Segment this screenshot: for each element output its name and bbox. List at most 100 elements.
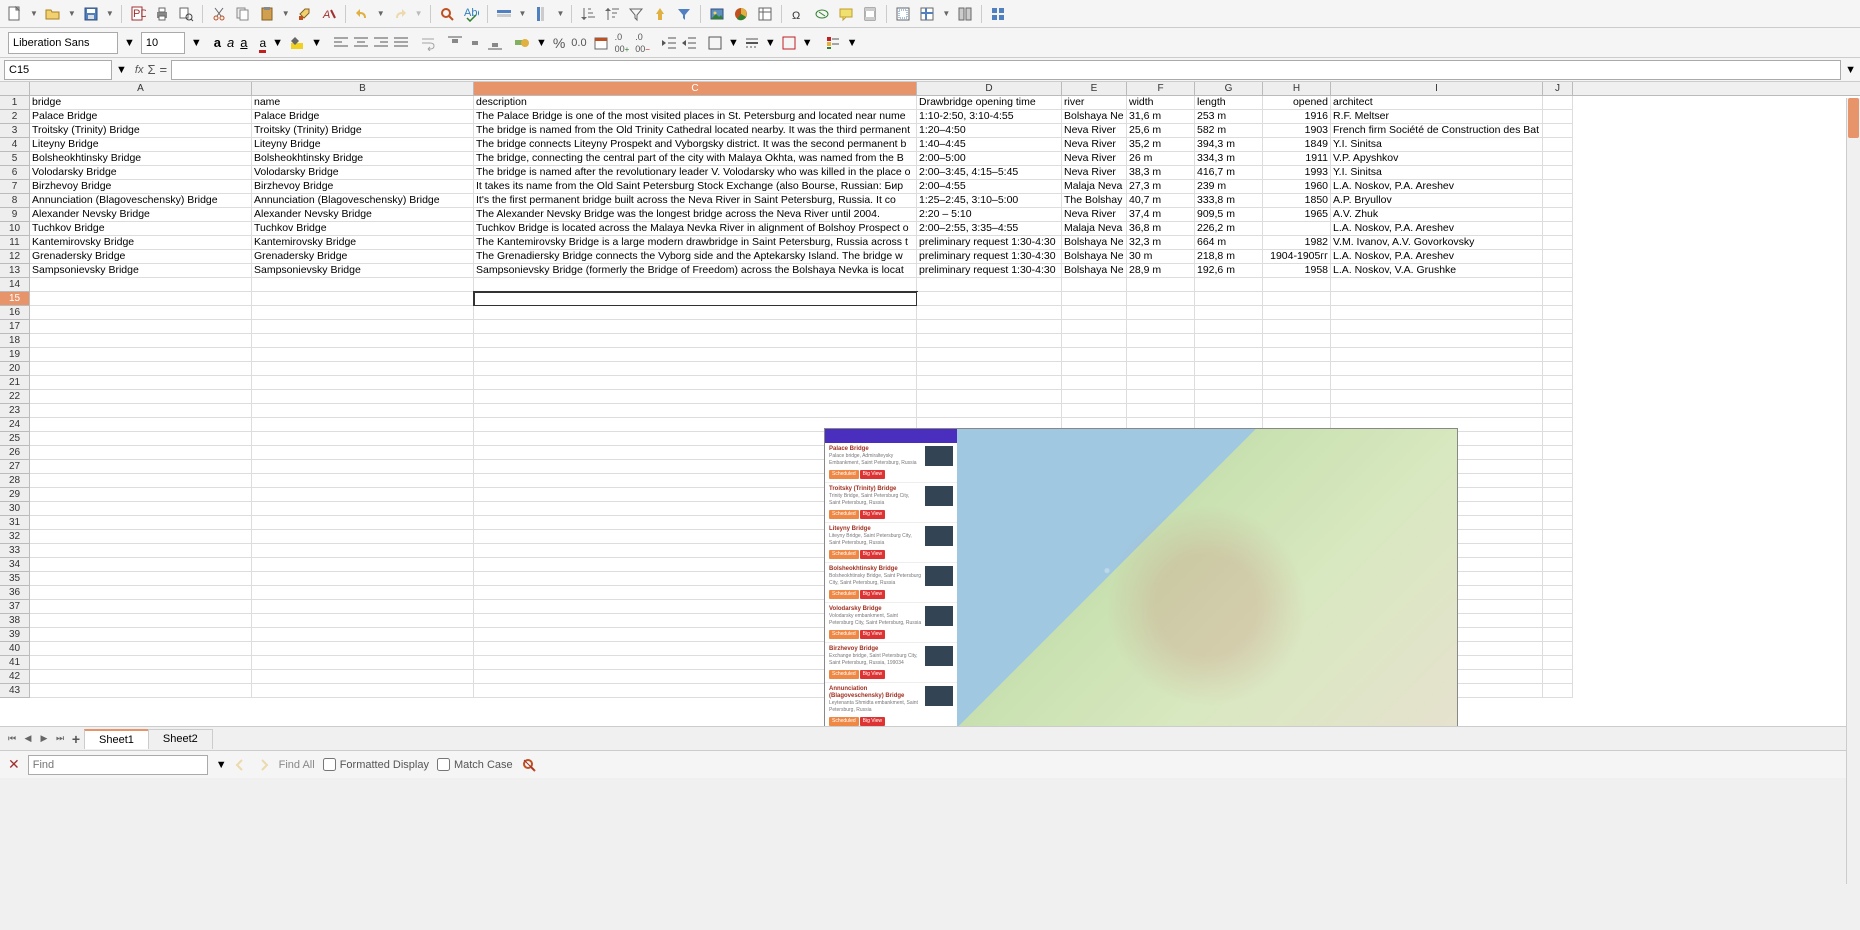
spellcheck-icon[interactable]: Abc <box>460 3 482 25</box>
function-wizard-icon[interactable]: fx <box>135 64 144 76</box>
undo-icon[interactable] <box>351 3 373 25</box>
cell[interactable] <box>252 376 474 390</box>
cell[interactable]: 2:00–5:00 <box>917 152 1062 166</box>
add-sheet-icon[interactable]: + <box>68 730 84 748</box>
cell[interactable] <box>252 600 474 614</box>
cell[interactable] <box>1062 376 1127 390</box>
cell[interactable]: Kantemirovsky Bridge <box>30 236 252 250</box>
number-icon[interactable]: 0.0 <box>571 37 586 49</box>
cell[interactable]: Palace Bridge <box>30 110 252 124</box>
row-header-8[interactable]: 8 <box>0 194 30 208</box>
cell[interactable] <box>917 362 1062 376</box>
cell[interactable]: Neva River <box>1062 138 1127 152</box>
cell[interactable] <box>30 474 252 488</box>
cell[interactable] <box>30 376 252 390</box>
cell[interactable] <box>1543 474 1573 488</box>
cell[interactable]: 1916 <box>1263 110 1331 124</box>
cell[interactable] <box>1263 376 1331 390</box>
cell[interactable] <box>1195 306 1263 320</box>
sum-icon[interactable]: Σ <box>147 62 155 77</box>
percent-icon[interactable]: % <box>553 35 565 51</box>
cell[interactable] <box>30 572 252 586</box>
cell[interactable] <box>474 320 917 334</box>
cell[interactable]: Bolshaya Ne <box>1062 110 1127 124</box>
cell[interactable]: 26 m <box>1127 152 1195 166</box>
row-header-19[interactable]: 19 <box>0 348 30 362</box>
pivot-icon[interactable] <box>754 3 776 25</box>
cell[interactable]: Troitsky (Trinity) Bridge <box>30 124 252 138</box>
align-justify-icon[interactable] <box>394 36 408 50</box>
cell[interactable] <box>1331 404 1543 418</box>
cell[interactable] <box>30 516 252 530</box>
cell[interactable]: 1965 <box>1263 208 1331 222</box>
cell[interactable] <box>1543 614 1573 628</box>
cell[interactable] <box>252 628 474 642</box>
row-header-20[interactable]: 20 <box>0 362 30 376</box>
cell[interactable] <box>1543 418 1573 432</box>
font-color-icon[interactable]: a <box>259 36 266 50</box>
cell[interactable]: Malaja Neva <box>1062 180 1127 194</box>
row-header-41[interactable]: 41 <box>0 656 30 670</box>
find-replace-icon[interactable] <box>436 3 458 25</box>
cell[interactable] <box>1543 208 1573 222</box>
cell[interactable] <box>1331 348 1543 362</box>
cell[interactable]: preliminary request 1:30-4:30 <box>917 236 1062 250</box>
size-dropdown[interactable]: ▼ <box>191 37 202 49</box>
cell[interactable] <box>252 278 474 292</box>
cell[interactable]: Malaja Neva <box>1062 222 1127 236</box>
print-preview-icon[interactable] <box>175 3 197 25</box>
cell[interactable]: The bridge is named from the Old Trinity… <box>474 124 917 138</box>
cell[interactable] <box>1263 292 1331 306</box>
cell[interactable]: The Grenadiersky Bridge connects the Vyb… <box>474 250 917 264</box>
cut-icon[interactable] <box>208 3 230 25</box>
row-dropdown[interactable]: ▼ <box>517 9 529 18</box>
cell[interactable] <box>1062 278 1127 292</box>
cell[interactable] <box>1195 348 1263 362</box>
cell[interactable]: 2:00–2:55, 3:35–4:55 <box>917 222 1062 236</box>
row-header-42[interactable]: 42 <box>0 670 30 684</box>
open-icon[interactable] <box>42 3 64 25</box>
cell[interactable] <box>1263 278 1331 292</box>
find-prev-icon[interactable] <box>235 758 249 772</box>
row-header-23[interactable]: 23 <box>0 404 30 418</box>
row-header-43[interactable]: 43 <box>0 684 30 698</box>
underline-icon[interactable]: a <box>240 35 247 50</box>
align-right-icon[interactable] <box>374 36 388 50</box>
cell[interactable] <box>1543 306 1573 320</box>
cell[interactable] <box>252 684 474 698</box>
freeze-icon[interactable] <box>916 3 938 25</box>
cell[interactable]: description <box>474 96 917 110</box>
cell[interactable] <box>252 306 474 320</box>
cell[interactable]: V.M. Ivanov, A.V. Govorkovsky <box>1331 236 1543 250</box>
cell[interactable] <box>1263 320 1331 334</box>
cell[interactable] <box>252 404 474 418</box>
cell[interactable]: Grenadersky Bridge <box>30 250 252 264</box>
cell[interactable]: 2:20 – 5:10 <box>917 208 1062 222</box>
cell[interactable] <box>917 334 1062 348</box>
row-header-26[interactable]: 26 <box>0 446 30 460</box>
cell[interactable] <box>30 530 252 544</box>
align-center-icon[interactable] <box>354 36 368 50</box>
cell[interactable] <box>917 376 1062 390</box>
cell[interactable]: Neva River <box>1062 152 1127 166</box>
cell[interactable]: 333,8 m <box>1195 194 1263 208</box>
cell[interactable] <box>1127 278 1195 292</box>
cell[interactable] <box>1331 376 1543 390</box>
cell[interactable] <box>1543 250 1573 264</box>
currency-icon[interactable] <box>514 35 530 51</box>
column-header-C[interactable]: C <box>474 82 917 95</box>
cell[interactable] <box>917 390 1062 404</box>
cell[interactable] <box>30 320 252 334</box>
tab-last-icon[interactable]: ⏭ <box>52 730 68 748</box>
cell[interactable] <box>30 614 252 628</box>
cell[interactable]: 31,6 m <box>1127 110 1195 124</box>
cell[interactable] <box>1062 362 1127 376</box>
sheet-tab-sheet2[interactable]: Sheet2 <box>148 729 213 749</box>
cell[interactable] <box>1543 194 1573 208</box>
row-header-35[interactable]: 35 <box>0 572 30 586</box>
cell[interactable]: L.A. Noskov, P.A. Areshev <box>1331 180 1543 194</box>
cell[interactable]: Tuchkov Bridge is located across the Mal… <box>474 222 917 236</box>
cell[interactable] <box>1543 404 1573 418</box>
conditional-format-icon[interactable] <box>825 35 841 51</box>
cell[interactable]: Bolshaya Ne <box>1062 236 1127 250</box>
